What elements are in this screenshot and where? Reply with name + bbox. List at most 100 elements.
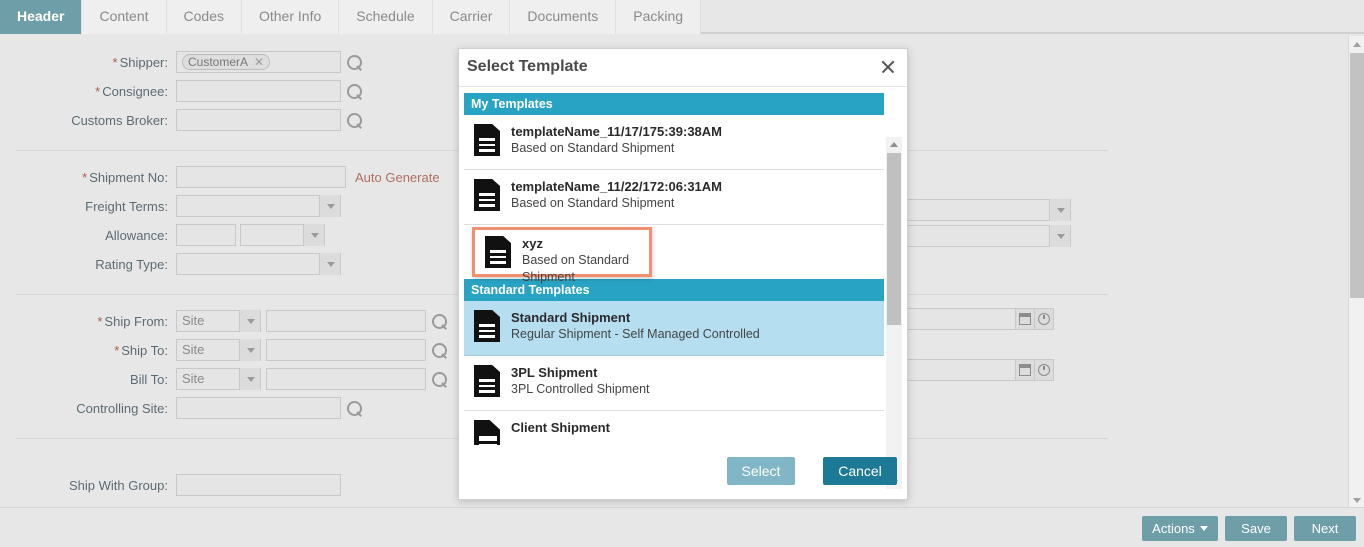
shipper-chip-label: CustomerA bbox=[188, 55, 249, 69]
list-item[interactable]: templateName_11/17/175:39:38AM Based on … bbox=[464, 115, 884, 170]
list-item-title: templateName_11/17/175:39:38AM bbox=[511, 124, 723, 139]
save-button[interactable]: Save bbox=[1225, 516, 1287, 541]
ship-to-lookup-icon[interactable] bbox=[431, 342, 448, 359]
ship-to-input[interactable] bbox=[266, 339, 426, 361]
list-item-subtitle: Based on Standard Shipment bbox=[511, 141, 675, 155]
tab-carrier[interactable]: Carrier bbox=[432, 0, 511, 34]
page-scroll-down-icon[interactable] bbox=[1349, 492, 1364, 508]
right-select-row-1 bbox=[896, 199, 1071, 221]
dialog-scrollbar[interactable] bbox=[886, 137, 902, 489]
list-item-title: Client Shipment bbox=[511, 420, 610, 435]
tab-header[interactable]: Header bbox=[0, 0, 83, 34]
controlling-site-lookup-icon[interactable] bbox=[346, 400, 363, 417]
page-scroll-up-icon[interactable] bbox=[1349, 36, 1364, 52]
date-field-row-2 bbox=[896, 359, 1054, 381]
actions-button-label: Actions bbox=[1152, 521, 1195, 536]
list-item-title: xyz bbox=[522, 236, 543, 251]
allowance-unit-select[interactable] bbox=[240, 224, 325, 246]
next-button[interactable]: Next bbox=[1294, 516, 1356, 541]
bill-to-label: Bill To: bbox=[129, 371, 168, 387]
freight-terms-select[interactable] bbox=[176, 195, 341, 217]
customs-broker-lookup-icon[interactable] bbox=[346, 112, 363, 129]
ship-from-lookup-icon[interactable] bbox=[431, 313, 448, 330]
rating-type-select[interactable] bbox=[176, 253, 341, 275]
page-scrollbar[interactable] bbox=[1348, 36, 1364, 508]
allowance-input[interactable] bbox=[176, 224, 236, 246]
list-item[interactable]: Client Shipment bbox=[464, 411, 884, 445]
ship-to-required-marker: * bbox=[114, 342, 120, 358]
dialog-footer: Select Cancel bbox=[459, 445, 907, 499]
calendar-icon[interactable] bbox=[1016, 359, 1035, 381]
auto-generate-link[interactable]: Auto Generate bbox=[355, 170, 440, 185]
chevron-down-icon bbox=[327, 204, 335, 209]
date-time-buttons-1 bbox=[1016, 308, 1054, 330]
dialog-title: Select Template bbox=[467, 58, 588, 75]
shipper-input[interactable]: CustomerA ✕ bbox=[176, 51, 341, 73]
ship-from-required-marker: * bbox=[97, 313, 103, 329]
rating-type-label: Rating Type: bbox=[95, 256, 168, 272]
ship-to-type-select[interactable]: Site bbox=[176, 339, 261, 361]
list-item[interactable]: 3PL Shipment 3PL Controlled Shipment bbox=[464, 356, 884, 411]
right-select-1[interactable] bbox=[896, 199, 1071, 221]
list-item-selected[interactable]: Standard Shipment Regular Shipment - Sel… bbox=[464, 301, 884, 356]
shipper-lookup-icon[interactable] bbox=[346, 54, 363, 71]
date-input-2[interactable] bbox=[896, 359, 1016, 381]
ship-with-group-input[interactable] bbox=[176, 474, 341, 496]
document-icon bbox=[474, 420, 500, 445]
right-select-2[interactable] bbox=[896, 225, 1071, 247]
chevron-down-icon bbox=[327, 262, 335, 267]
select-template-dialog: Select Template My Templates templateNam… bbox=[458, 48, 908, 500]
tab-schedule[interactable]: Schedule bbox=[339, 0, 433, 34]
date-input-1[interactable] bbox=[896, 308, 1016, 330]
select-button[interactable]: Select bbox=[727, 457, 795, 485]
template-list-inner: My Templates templateName_11/17/175:39:3… bbox=[464, 93, 884, 445]
consignee-lookup-icon[interactable] bbox=[346, 83, 363, 100]
list-item-subtitle: Based on Standard Shipment bbox=[522, 253, 630, 284]
tab-packing[interactable]: Packing bbox=[616, 0, 702, 34]
tab-bar: Header Content Codes Other Info Schedule… bbox=[0, 0, 1364, 34]
list-item[interactable]: templateName_11/22/172:06:31AM Based on … bbox=[464, 170, 884, 225]
shipment-no-required-marker: * bbox=[82, 169, 88, 185]
bill-to-input[interactable] bbox=[266, 368, 426, 390]
shipment-no-input[interactable] bbox=[176, 166, 346, 188]
date-field-row-1 bbox=[896, 308, 1054, 330]
clock-icon[interactable] bbox=[1035, 359, 1054, 381]
page-scroll-thumb[interactable] bbox=[1350, 53, 1364, 298]
actions-button[interactable]: Actions bbox=[1142, 516, 1218, 541]
chevron-down-icon bbox=[311, 233, 319, 238]
controlling-site-input[interactable] bbox=[176, 397, 341, 419]
list-item-title: templateName_11/22/172:06:31AM bbox=[511, 179, 723, 194]
chevron-down-icon bbox=[1199, 526, 1208, 531]
document-icon bbox=[474, 179, 500, 211]
ship-to-label: * Ship To: bbox=[114, 342, 168, 358]
tab-codes[interactable]: Codes bbox=[166, 0, 242, 34]
list-item-subtitle: Regular Shipment - Self Managed Controll… bbox=[511, 327, 760, 341]
document-icon bbox=[474, 365, 500, 397]
bill-to-type-select[interactable]: Site bbox=[176, 368, 261, 390]
bill-to-type-value: Site bbox=[182, 371, 205, 386]
customs-broker-input[interactable] bbox=[176, 109, 341, 131]
list-item-title: 3PL Shipment bbox=[511, 365, 598, 380]
ship-from-input[interactable] bbox=[266, 310, 426, 332]
bill-to-lookup-icon[interactable] bbox=[431, 371, 448, 388]
list-item-highlighted[interactable]: xyz Based on Standard Shipment bbox=[472, 227, 652, 284]
close-icon[interactable] bbox=[879, 58, 897, 76]
cancel-button[interactable]: Cancel bbox=[823, 457, 897, 485]
ship-from-type-select[interactable]: Site bbox=[176, 310, 261, 332]
scroll-up-icon[interactable] bbox=[886, 137, 902, 151]
consignee-required-marker: * bbox=[95, 83, 101, 99]
customs-broker-label: Customs Broker: bbox=[71, 112, 168, 128]
ship-from-label: * Ship From: bbox=[97, 313, 168, 329]
shipper-chip[interactable]: CustomerA ✕ bbox=[182, 52, 271, 72]
calendar-icon[interactable] bbox=[1016, 308, 1035, 330]
document-icon bbox=[485, 236, 511, 268]
scroll-thumb[interactable] bbox=[887, 153, 901, 325]
clock-icon[interactable] bbox=[1035, 308, 1054, 330]
right-select-row-2 bbox=[896, 225, 1071, 247]
tab-other-info[interactable]: Other Info bbox=[241, 0, 340, 34]
tab-content[interactable]: Content bbox=[82, 0, 167, 34]
allowance-label: Allowance: bbox=[105, 227, 168, 243]
tab-documents[interactable]: Documents bbox=[510, 0, 617, 34]
consignee-input[interactable] bbox=[176, 80, 341, 102]
shipper-chip-remove-icon[interactable]: ✕ bbox=[254, 52, 264, 72]
